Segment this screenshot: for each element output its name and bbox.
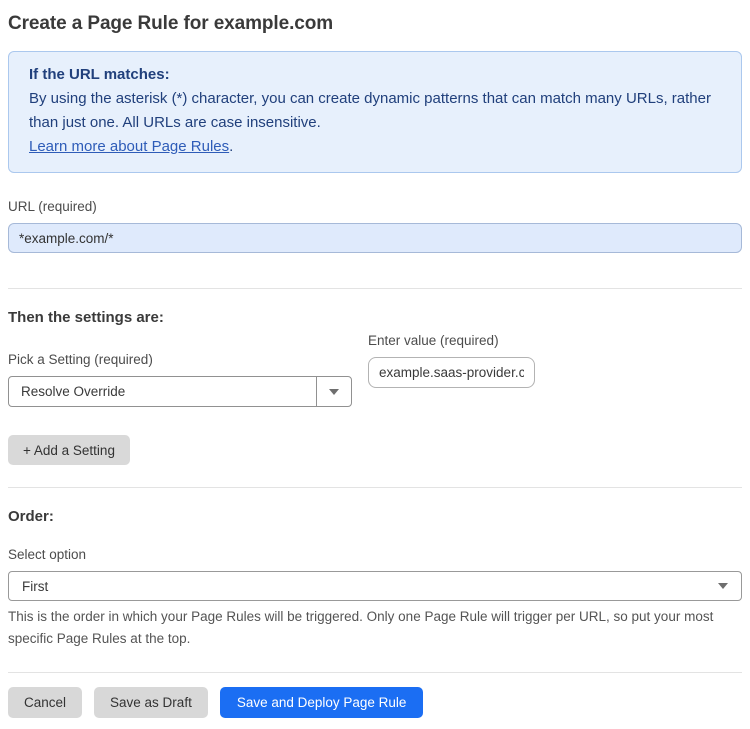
link-period: . bbox=[229, 138, 234, 155]
url-field-label: URL (required) bbox=[8, 199, 97, 214]
section-divider bbox=[8, 487, 742, 488]
add-setting-button[interactable]: + Add a Setting bbox=[8, 435, 130, 465]
info-box-link-line: Learn more about Page Rules. bbox=[29, 135, 721, 159]
setting-value-input[interactable] bbox=[368, 357, 535, 388]
chevron-down-icon bbox=[718, 583, 728, 589]
setting-select-caret-button[interactable] bbox=[316, 377, 351, 406]
setting-select-value: Resolve Override bbox=[21, 384, 126, 399]
page-title: Create a Page Rule for example.com bbox=[8, 13, 334, 34]
value-field-label: Enter value (required) bbox=[368, 333, 499, 348]
page-rule-form: Create a Page Rule for example.com If th… bbox=[0, 13, 750, 729]
settings-row: Pick a Setting (required) Resolve Overri… bbox=[8, 326, 742, 407]
section-divider bbox=[8, 288, 742, 289]
footer-divider bbox=[8, 672, 742, 673]
url-input[interactable] bbox=[8, 223, 742, 253]
learn-more-link[interactable]: Learn more about Page Rules bbox=[29, 138, 229, 155]
info-box-heading: If the URL matches: bbox=[29, 66, 170, 83]
settings-heading: Then the settings are: bbox=[8, 309, 164, 326]
setting-select-label: Pick a Setting (required) bbox=[8, 352, 153, 367]
setting-select[interactable]: Resolve Override bbox=[8, 376, 352, 407]
chevron-down-icon bbox=[329, 388, 339, 395]
order-heading: Order: bbox=[8, 508, 54, 525]
setting-select-column: Pick a Setting (required) Resolve Overri… bbox=[8, 326, 352, 407]
save-as-draft-button[interactable]: Save as Draft bbox=[94, 687, 208, 718]
info-box-body: By using the asterisk (*) character, you… bbox=[29, 90, 711, 131]
setting-value-column: Enter value (required) bbox=[368, 333, 535, 388]
order-select-label: Select option bbox=[8, 547, 87, 562]
footer-actions: Cancel Save as Draft Save and Deploy Pag… bbox=[8, 687, 742, 729]
order-select-value: First bbox=[22, 578, 49, 594]
url-match-info-box: If the URL matches: By using the asteris… bbox=[8, 51, 742, 173]
order-help-text: This is the order in which your Page Rul… bbox=[8, 609, 714, 646]
cancel-button[interactable]: Cancel bbox=[8, 687, 83, 718]
order-select[interactable]: First bbox=[8, 571, 742, 601]
save-and-deploy-button[interactable]: Save and Deploy Page Rule bbox=[219, 687, 424, 718]
